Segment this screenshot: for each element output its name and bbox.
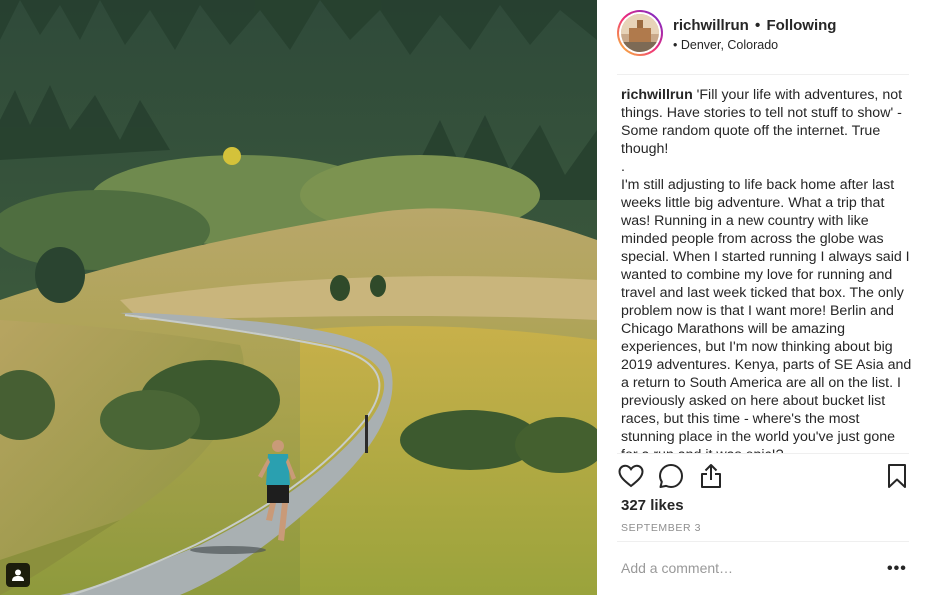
tagged-users-button[interactable] xyxy=(6,563,30,587)
header-user-line: richwillrun • Following xyxy=(673,17,836,34)
location-link[interactable]: • Denver, Colorado xyxy=(673,38,778,52)
post-details-panel: richwillrun • Following • Denver, Colora… xyxy=(597,0,929,595)
share-button[interactable] xyxy=(697,462,725,490)
caption-dot-line: . xyxy=(621,159,625,175)
caption: richwillrun 'Fill your life with adventu… xyxy=(621,86,913,453)
more-options-button[interactable]: ••• xyxy=(887,560,907,578)
avatar[interactable] xyxy=(617,10,663,56)
save-button[interactable] xyxy=(883,462,911,490)
separator-dot: • xyxy=(755,17,761,34)
heart-icon xyxy=(618,464,644,488)
likes-count[interactable]: 327 likes xyxy=(621,497,684,514)
caption-first-paragraph: richwillrun 'Fill your life with adventu… xyxy=(621,86,913,158)
caption-body-text: I'm still adjusting to life back home af… xyxy=(621,177,912,453)
post-date: SEPTEMBER 3 xyxy=(621,522,702,534)
comment-bubble-icon xyxy=(659,464,683,488)
divider xyxy=(617,541,909,542)
post-header: richwillrun • Following • Denver, Colora… xyxy=(617,10,909,75)
add-comment-input[interactable]: Add a comment… xyxy=(621,560,733,576)
bookmark-icon xyxy=(888,464,906,488)
action-bar xyxy=(617,462,909,492)
avatar-image xyxy=(621,14,659,52)
username-link[interactable]: richwillrun xyxy=(673,17,749,34)
runner-landscape-image xyxy=(0,0,597,595)
caption-username-link[interactable]: richwillrun xyxy=(621,87,693,103)
divider xyxy=(617,453,909,454)
comment-button[interactable] xyxy=(657,462,685,490)
like-button[interactable] xyxy=(617,462,645,490)
post-photo[interactable] xyxy=(0,0,597,595)
following-button[interactable]: Following xyxy=(766,17,836,34)
share-upload-icon xyxy=(701,464,721,488)
person-icon xyxy=(12,569,24,581)
